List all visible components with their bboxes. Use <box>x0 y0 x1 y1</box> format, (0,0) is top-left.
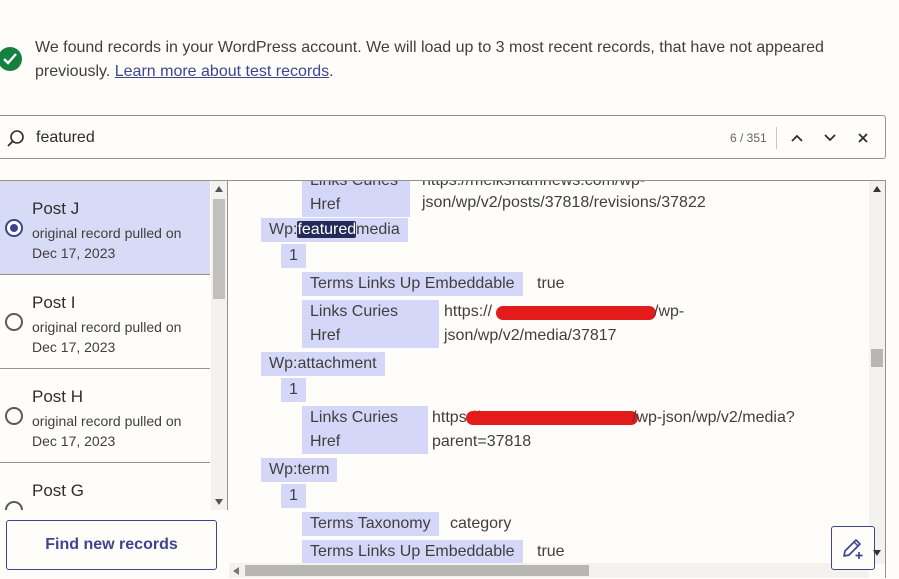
record-radio[interactable] <box>5 501 23 510</box>
banner-trailing: . <box>329 63 334 80</box>
record-title: Post H <box>32 387 84 406</box>
tree-value: parent=37818 <box>432 433 532 450</box>
tree-key-links-curies[interactable]: Links Curies Href <box>302 406 428 454</box>
search-icon <box>7 129 25 152</box>
search-highlight: featured <box>297 221 357 238</box>
record-title: Post G <box>32 481 84 500</box>
redaction-mark <box>496 306 656 320</box>
search-input[interactable] <box>36 125 636 151</box>
learn-more-link[interactable]: Learn more about test records <box>115 63 329 80</box>
record-item[interactable]: Post H original record pulled on Dec 17,… <box>0 369 210 463</box>
tree-key-embeddable[interactable]: Terms Links Up Embeddable <box>302 272 523 296</box>
tree-value: true <box>537 275 565 292</box>
record-radio[interactable] <box>5 219 23 237</box>
record-data-tree: Links Curies Href https://melkshamnews.c… <box>228 180 886 578</box>
find-new-records-button[interactable]: Find new records <box>6 520 217 570</box>
tree-key-taxonomy[interactable]: Terms Taxonomy <box>302 512 439 536</box>
tree-vertical-scrollbar[interactable] <box>869 181 885 564</box>
scroll-up-arrow-icon <box>873 186 881 192</box>
tree-value: /wp- <box>654 303 685 320</box>
tree-key-line: Links Curies <box>310 409 399 426</box>
record-title: Post J <box>32 199 80 218</box>
tree-value: category <box>450 515 512 532</box>
record-item[interactable]: Post G <box>0 463 210 510</box>
records-scrollbar[interactable] <box>211 181 227 510</box>
record-subtitle: original record pulled on Dec 17, 2023 <box>32 225 182 261</box>
scroll-left-arrow-icon <box>233 567 239 575</box>
success-check-icon <box>0 47 22 71</box>
tree-key-line: Links Curies <box>310 303 399 320</box>
record-subtitle: original record pulled on Dec 17, 2023 <box>32 413 182 449</box>
record-radio[interactable] <box>5 407 23 425</box>
scroll-up-arrow-icon <box>215 186 223 192</box>
tree-value: /wp-json/wp/v2/media? <box>632 409 795 426</box>
records-scrollbar-thumb[interactable] <box>213 199 225 299</box>
banner-message: We found records in your WordPress accou… <box>35 36 895 84</box>
next-match-button[interactable] <box>818 126 842 150</box>
tree-key-suffix: media <box>356 221 400 238</box>
chevron-down-icon <box>824 134 836 142</box>
tree-key-line: Href <box>310 327 341 344</box>
records-found-banner: We found records in your WordPress accou… <box>0 34 899 86</box>
tree-key-embeddable[interactable]: Terms Links Up Embeddable <box>302 540 523 564</box>
close-icon <box>858 133 868 143</box>
record-item[interactable]: Post J original record pulled on Dec 17,… <box>0 181 210 275</box>
chevron-up-icon <box>791 134 803 142</box>
pencil-plus-icon <box>843 539 863 559</box>
redaction-mark <box>466 411 638 425</box>
edit-record-button[interactable] <box>831 526 875 570</box>
tree-key-prefix: Wp: <box>269 221 298 238</box>
record-radio[interactable] <box>5 313 23 331</box>
record-title: Post I <box>32 293 76 312</box>
tree-key-wp-term[interactable]: Wp:term <box>261 458 338 482</box>
previous-match-button[interactable] <box>785 126 809 150</box>
tree-index[interactable]: 1 <box>281 244 306 268</box>
tree-value: true <box>537 543 565 560</box>
records-list: Post J original record pulled on Dec 17,… <box>0 180 228 510</box>
scroll-down-arrow-icon <box>873 550 881 556</box>
tree-key-line: Href <box>310 433 341 450</box>
tree-key-links-curies-href: Links Curies Href <box>302 180 410 217</box>
tree-horizontal-scrollbar[interactable] <box>229 563 869 578</box>
close-search-button[interactable] <box>851 126 875 150</box>
tree-key-links-curies[interactable]: Links Curies Href <box>302 300 439 348</box>
search-divider <box>776 127 777 149</box>
scroll-down-arrow-icon <box>215 499 223 505</box>
record-subtitle: original record pulled on Dec 17, 2023 <box>32 319 182 355</box>
tree-value: json/wp/v2/media/37817 <box>444 327 617 344</box>
tree-key-wp-attachment[interactable]: Wp:attachment <box>261 352 385 376</box>
tree-horizontal-scrollbar-thumb[interactable] <box>245 565 589 576</box>
tree-index[interactable]: 1 <box>281 484 306 508</box>
tree-value: json/wp/v2/posts/37818/revisions/37822 <box>422 194 706 211</box>
tree-key-text: Links Curies Href <box>310 180 399 213</box>
record-item[interactable]: Post I original record pulled on Dec 17,… <box>0 275 210 369</box>
search-match-count: 6 / 351 <box>730 131 767 145</box>
tree-key-wp-featuredmedia[interactable]: Wp:featuredmedia <box>261 218 408 242</box>
tree-index[interactable]: 1 <box>281 378 306 402</box>
search-bar: 6 / 351 <box>0 115 886 159</box>
tree-vertical-scrollbar-thumb[interactable] <box>871 349 883 367</box>
tree-value: https:// <box>444 303 493 320</box>
